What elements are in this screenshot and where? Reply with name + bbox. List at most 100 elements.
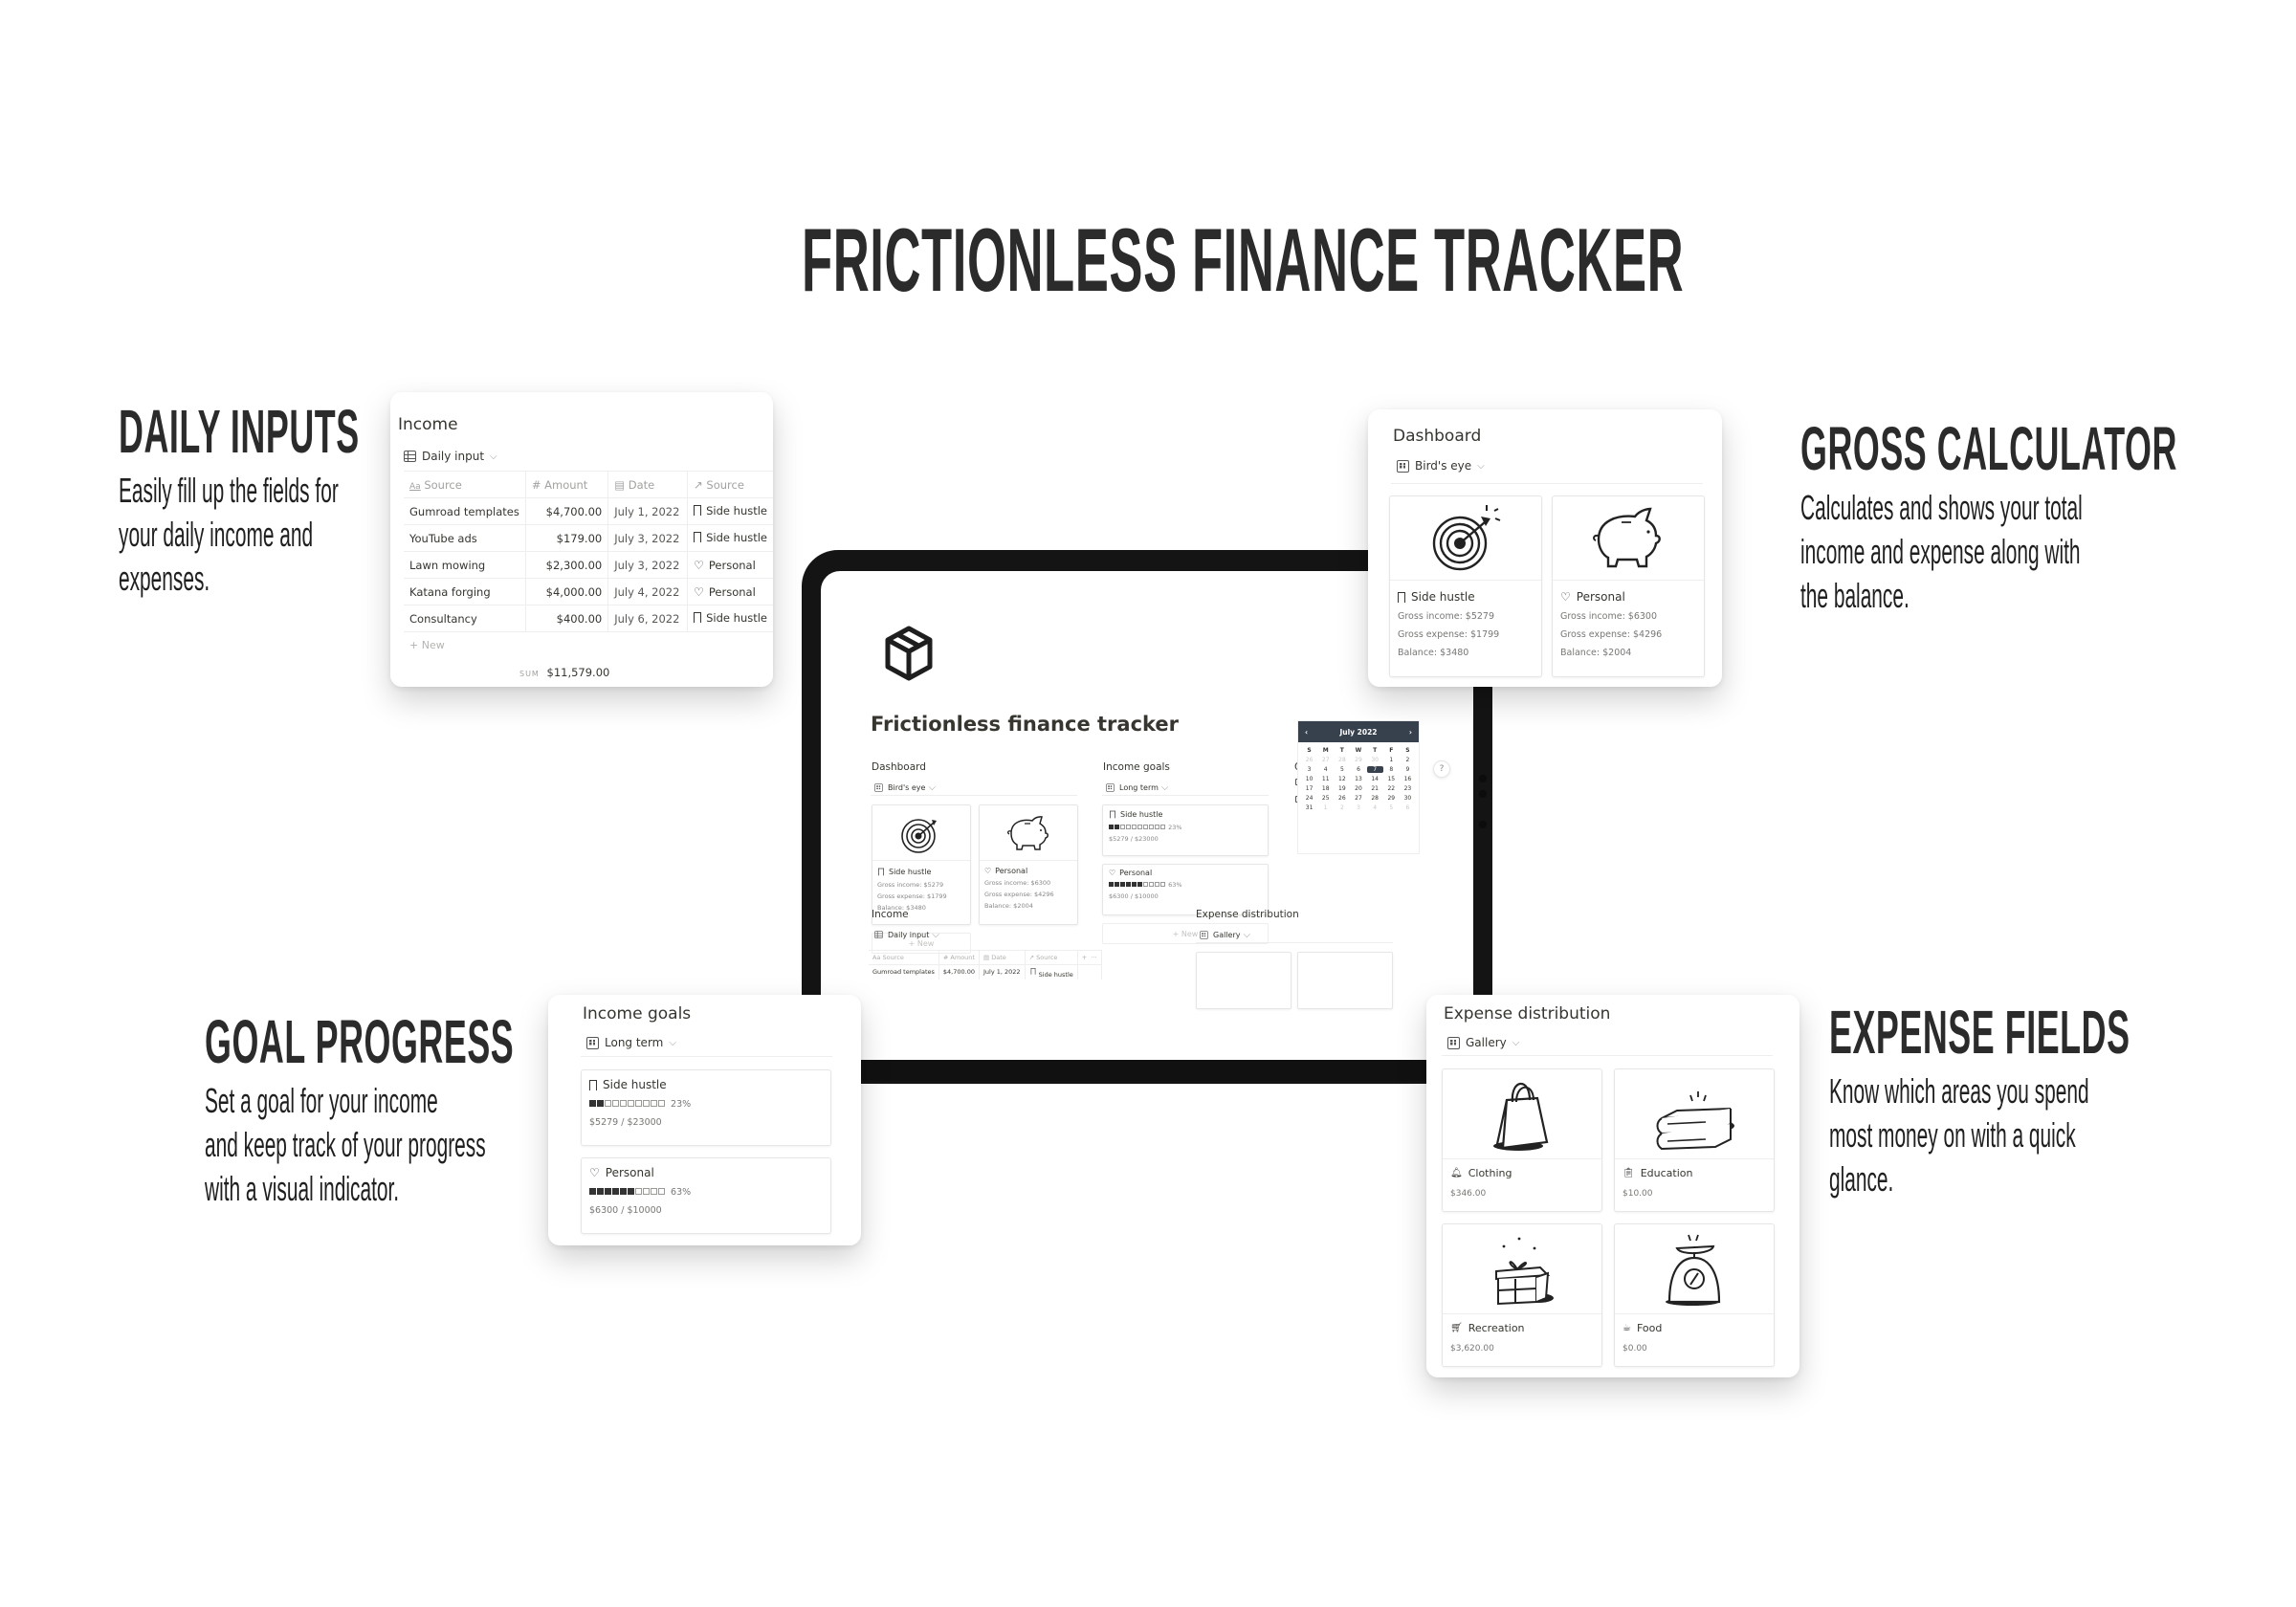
cell-source[interactable]: Katana forging — [404, 578, 526, 605]
cell-date[interactable]: July 1, 2022 — [607, 497, 689, 525]
cell-amount[interactable]: $179.00 — [525, 524, 609, 552]
calendar-day[interactable]: 27 — [1350, 795, 1366, 802]
col-amount[interactable]: # Amount — [525, 471, 609, 498]
cell-amount[interactable]: $4,000.00 — [525, 578, 609, 605]
view-selector-birds-eye[interactable]: Bird's eye ⌵ — [872, 781, 936, 794]
calendar-day[interactable]: 26 — [1334, 795, 1350, 802]
calendar-day[interactable]: 3 — [1301, 766, 1317, 773]
calendar-day[interactable]: 3 — [1350, 804, 1366, 811]
col-amount[interactable]: # Amount — [938, 950, 981, 965]
view-selector-gallery[interactable]: Gallery ⌵ — [1447, 1036, 1519, 1049]
calendar-day[interactable]: 5 — [1383, 804, 1400, 811]
table-row[interactable]: Consultancy $400.00 July 6, 2022 Side hustl… — [404, 605, 773, 632]
col-date[interactable]: ▤ Date — [979, 950, 1026, 965]
calendar-day[interactable]: 20 — [1350, 785, 1366, 792]
cell-source[interactable]: Lawn mowing — [404, 551, 526, 579]
cell-source[interactable]: Gumroad templates — [404, 497, 526, 525]
calendar-day[interactable]: 12 — [1334, 776, 1350, 782]
cell-category[interactable]: ♡ Personal — [687, 578, 773, 605]
goal-card[interactable]: ♡ Personal 63% $6300 / $10000 — [1102, 864, 1269, 915]
dashboard-card[interactable]: ♡ Personal Gross income: $6300 Gross expe… — [979, 804, 1078, 925]
col-source[interactable]: Aa Source — [869, 950, 939, 965]
table-row[interactable]: YouTube ads $179.00 July 3, 2022 Side hustl… — [404, 524, 773, 552]
col-date[interactable]: ▤ Date — [607, 471, 689, 498]
table-row[interactable]: Gumroad templates $4,700.00 July 1, 2022 Si… — [404, 497, 773, 525]
view-selector-birds-eye[interactable]: Bird's eye ⌵ — [1397, 459, 1485, 473]
view-selector-long-term[interactable]: Long term ⌵ — [1104, 781, 1169, 794]
calendar-day[interactable]: 2 — [1334, 804, 1350, 811]
calendar-day[interactable]: 6 — [1400, 804, 1416, 811]
calendar-day[interactable]: 16 — [1400, 776, 1416, 782]
calendar-day[interactable]: 1 — [1383, 757, 1400, 763]
calendar-day[interactable]: 6 — [1350, 766, 1366, 773]
cell-category[interactable]: Side hustle — [687, 605, 773, 632]
next-month-button[interactable]: › — [1409, 728, 1412, 737]
help-button[interactable]: ? — [1433, 760, 1450, 778]
calendar-day[interactable]: 22 — [1383, 785, 1400, 792]
calendar-day[interactable]: 2 — [1400, 757, 1416, 763]
dashboard-card[interactable]: Side hustle Gross income: $5279 Gross ex… — [872, 804, 971, 925]
calendar-day-selected[interactable]: 7 — [1366, 766, 1383, 773]
calendar-day[interactable]: 5 — [1334, 766, 1350, 773]
view-selector-gallery[interactable]: Gallery ⌵ — [1198, 929, 1250, 941]
expense-card[interactable]: 🔔︎ Clothing $346.00 — [1442, 1068, 1602, 1212]
calendar-day[interactable]: 27 — [1317, 757, 1334, 763]
calendar-day[interactable]: 29 — [1350, 757, 1366, 763]
calendar-day[interactable]: 29 — [1383, 795, 1400, 802]
expense-card[interactable] — [1196, 952, 1292, 1009]
view-selector-long-term[interactable]: Long term ⌵ — [586, 1036, 676, 1049]
calendar-day[interactable]: 30 — [1400, 795, 1416, 802]
goal-card[interactable]: Side hustle 23% $5279 / $23000 — [581, 1069, 831, 1146]
calendar-day[interactable]: 28 — [1367, 795, 1383, 802]
calendar-day[interactable]: 1 — [1317, 804, 1334, 811]
calendar-day[interactable]: 14 — [1367, 776, 1383, 782]
calendar-day[interactable]: 24 — [1301, 795, 1317, 802]
cell-date[interactable]: July 6, 2022 — [607, 605, 689, 632]
col-category[interactable]: ↗ Source — [687, 471, 773, 498]
calendar-day[interactable]: 26 — [1301, 757, 1317, 763]
calendar-day[interactable]: 30 — [1367, 757, 1383, 763]
expense-card[interactable]: 🛒︎ Recreation $3,620.00 — [1442, 1223, 1602, 1367]
calendar-day[interactable]: 25 — [1317, 795, 1334, 802]
calendar-day[interactable]: 19 — [1334, 785, 1350, 792]
cell-amount[interactable]: $400.00 — [525, 605, 609, 632]
cell-amount[interactable]: $2,300.00 — [525, 551, 609, 579]
calendar-day[interactable]: 4 — [1367, 804, 1383, 811]
cell-category[interactable]: Side hustle — [687, 524, 773, 552]
cell-category[interactable]: ♡ Personal — [687, 551, 773, 579]
cell-source[interactable]: YouTube ads — [404, 524, 526, 552]
calendar-day[interactable]: 11 — [1317, 776, 1334, 782]
add-column-button[interactable]: + ··· — [1077, 950, 1102, 965]
view-selector-daily-input[interactable]: Daily input ⌵ — [404, 450, 497, 463]
add-row-button[interactable]: + New — [409, 639, 445, 651]
calendar-day[interactable]: 28 — [1334, 757, 1350, 763]
cell-date[interactable]: July 3, 2022 — [607, 524, 689, 552]
col-source[interactable]: Aa Source — [404, 471, 526, 498]
cell-category[interactable]: Side hustle — [687, 497, 773, 525]
cell-date[interactable]: July 3, 2022 — [607, 551, 689, 579]
calendar-day[interactable]: 17 — [1301, 785, 1317, 792]
col-category[interactable]: ↗ Source — [1025, 950, 1078, 965]
prev-month-button[interactable]: ‹ — [1305, 728, 1308, 737]
view-selector-daily-input[interactable]: Daily input ⌵ — [872, 929, 939, 940]
cell-source[interactable]: Consultancy — [404, 605, 526, 632]
calendar-day[interactable]: 31 — [1301, 804, 1317, 811]
cell-amount[interactable]: $4,700.00 — [525, 497, 609, 525]
expense-card[interactable]: 📋︎ Education $10.00 — [1614, 1068, 1775, 1212]
calendar-day[interactable]: 9 — [1400, 766, 1416, 773]
table-row[interactable]: Katana forging $4,000.00 July 4, 2022 ♡ Pers… — [404, 578, 773, 605]
table-row[interactable]: Lawn mowing $2,300.00 July 3, 2022 ♡ Persona… — [404, 551, 773, 579]
calendar-day[interactable]: 23 — [1400, 785, 1416, 792]
calendar-day[interactable]: 15 — [1383, 776, 1400, 782]
calendar-day[interactable]: 4 — [1317, 766, 1334, 773]
calendar-day[interactable]: 18 — [1317, 785, 1334, 792]
calendar-day[interactable]: 8 — [1383, 766, 1400, 773]
expense-card[interactable] — [1297, 952, 1393, 1009]
dashboard-card[interactable]: Side hustle Gross income: $5279 Gross ex… — [1389, 495, 1542, 677]
calendar-day[interactable]: 10 — [1301, 776, 1317, 782]
goal-card[interactable]: Side hustle 23% $5279 / $23000 — [1102, 804, 1269, 856]
expense-card[interactable]: ☕︎ Food $0.00 — [1614, 1223, 1775, 1367]
goal-card[interactable]: ♡ Personal 63% $6300 / $10000 — [581, 1157, 831, 1234]
table-row[interactable]: Gumroad templates $4,700.00 July 1, 2022… — [869, 964, 1102, 980]
cell-date[interactable]: July 4, 2022 — [607, 578, 689, 605]
